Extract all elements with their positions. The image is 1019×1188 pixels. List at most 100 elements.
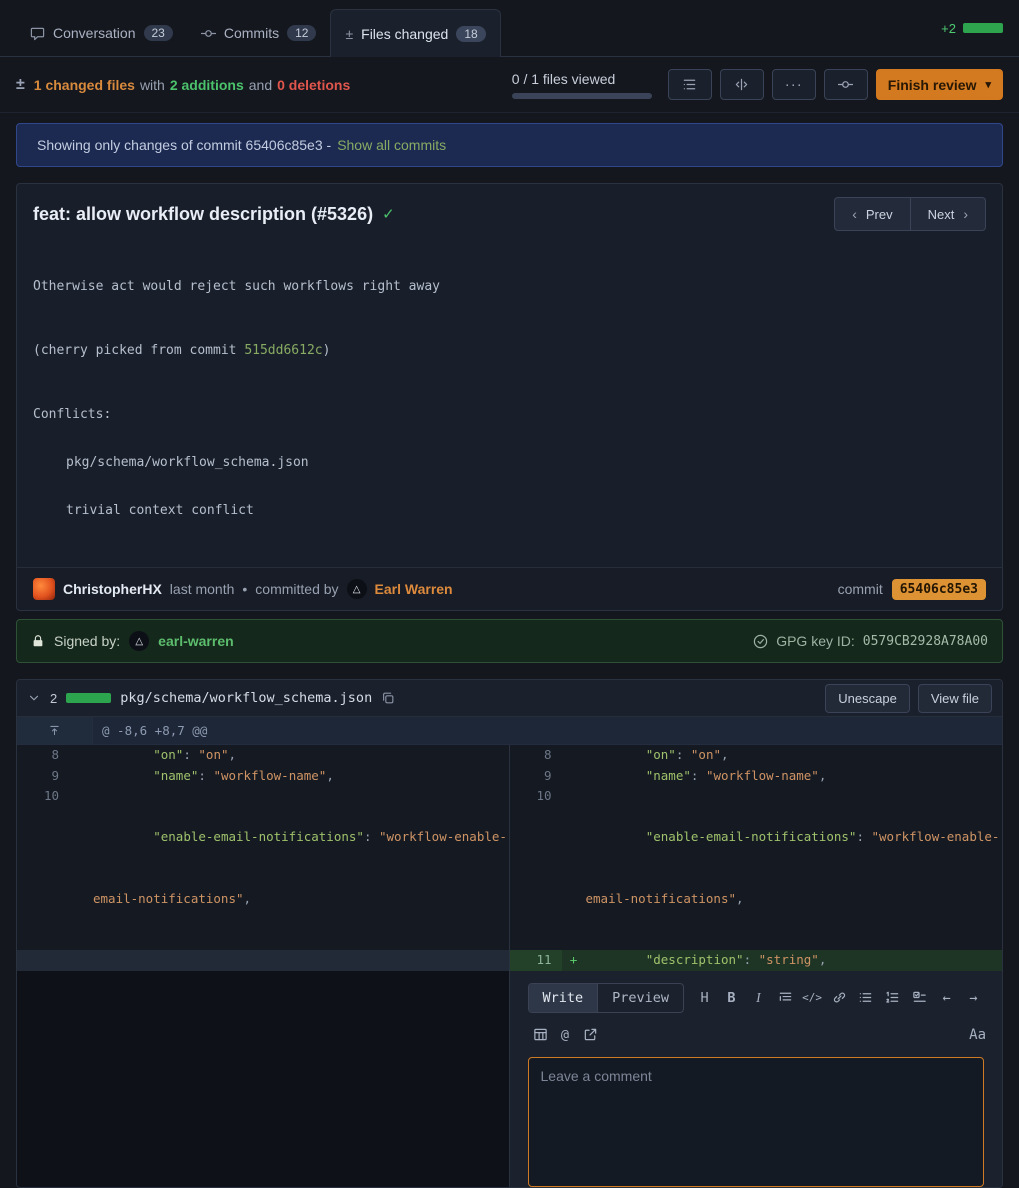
more-options-button[interactable]: ··· xyxy=(772,69,816,100)
author-avatar[interactable] xyxy=(33,578,55,600)
mention-icon[interactable]: @ xyxy=(553,1027,578,1043)
file-diffstat-bar xyxy=(66,693,111,703)
code-sep: : xyxy=(691,768,706,783)
split-view-button[interactable] xyxy=(720,69,764,100)
deletions-count: 0 deletions xyxy=(277,77,350,93)
arrow-left-icon[interactable]: ← xyxy=(934,990,959,1006)
file-diff-header: 2 pkg/schema/workflow_schema.json Unesca… xyxy=(17,680,1002,717)
dot-separator: • xyxy=(242,581,247,597)
quote-icon[interactable] xyxy=(773,990,798,1005)
line-sign xyxy=(562,766,586,787)
diffstat-bar xyxy=(963,23,1003,33)
editor-toolbar-row2: @ Aa xyxy=(528,1027,987,1043)
write-tab[interactable]: Write xyxy=(529,984,598,1012)
tab-conversation[interactable]: Conversation 23 xyxy=(16,10,187,56)
code-value: "workflow-name" xyxy=(213,768,326,783)
diff-icon: ± xyxy=(345,26,353,42)
triangle-icon: △ xyxy=(135,636,143,647)
unescape-button[interactable]: Unescape xyxy=(825,684,910,713)
commit-pagination: ‹ Prev Next › xyxy=(834,197,986,231)
shield-check-icon xyxy=(753,634,768,649)
old-line-number[interactable]: 9 xyxy=(17,766,69,787)
code-key: "enable-email-notifications" xyxy=(153,829,364,844)
show-all-commits-link[interactable]: Show all commits xyxy=(337,137,446,153)
preview-tab[interactable]: Preview xyxy=(597,984,683,1012)
finish-review-button[interactable]: Finish review ▾ xyxy=(876,69,1003,100)
code-value: "on" xyxy=(691,747,721,762)
code-end: , xyxy=(819,952,827,967)
signature-banner: Signed by: △ earl-warren GPG key ID: 057… xyxy=(16,619,1003,663)
committed-by-label: committed by xyxy=(255,581,338,597)
conversation-count-badge: 23 xyxy=(144,25,173,41)
commit-message-line: Otherwise act would reject such workflow… xyxy=(33,279,986,295)
code-sep: : xyxy=(676,747,691,762)
files-viewed-progress: 0 / 1 files viewed xyxy=(512,71,652,99)
italic-icon[interactable]: I xyxy=(746,990,771,1006)
code-indent xyxy=(586,829,646,844)
table-icon[interactable] xyxy=(528,1027,553,1042)
changed-files-link[interactable]: 1 changed files xyxy=(34,77,135,93)
commit-message-line: trivial context conflict xyxy=(33,503,986,519)
diff-row: 8 "on": "on", xyxy=(17,745,509,766)
old-line-number[interactable]: 8 xyxy=(17,745,69,766)
numbered-list-icon[interactable] xyxy=(880,990,905,1005)
task-list-icon[interactable] xyxy=(907,990,932,1005)
code-icon[interactable]: </> xyxy=(800,991,825,1004)
hunk-header-row: @ -8,6 +8,7 @@ xyxy=(17,717,1002,745)
diffstat-additions: +2 xyxy=(941,21,956,36)
commit-message-line: Conflicts: xyxy=(33,407,986,423)
markdown-toolbar: H B I </> xyxy=(692,990,986,1006)
code-end: , xyxy=(244,891,252,906)
next-commit-button[interactable]: Next › xyxy=(911,197,986,231)
diff-empty-area xyxy=(17,971,509,1187)
pr-diffstat: +2 xyxy=(941,21,1003,36)
commit-sha-badge[interactable]: 65406c85e3 xyxy=(892,579,986,600)
tab-commits[interactable]: Commits 12 xyxy=(187,10,331,56)
chevron-down-icon[interactable] xyxy=(27,691,41,705)
commit-message-line: pkg/schema/workflow_schema.json xyxy=(33,455,986,471)
code-sep: : xyxy=(856,829,871,844)
bullet-list-icon[interactable] xyxy=(853,990,878,1005)
new-line-number[interactable]: 8 xyxy=(510,745,562,766)
signer-avatar[interactable]: △ xyxy=(129,631,149,651)
file-name: pkg/schema/workflow_schema.json xyxy=(120,690,372,706)
files-viewed-label: 0 / 1 files viewed xyxy=(512,71,616,87)
commit-select-button[interactable] xyxy=(824,69,868,100)
committer-avatar[interactable]: △ xyxy=(347,579,367,599)
heading-icon[interactable]: H xyxy=(692,990,717,1006)
reference-icon[interactable] xyxy=(578,1027,603,1042)
code-line: "name": "workflow-name", xyxy=(93,766,509,787)
author-name-link[interactable]: ChristopherHX xyxy=(63,581,162,597)
diff-row: 8 "on": "on", xyxy=(510,745,1003,766)
prev-commit-button[interactable]: ‹ Prev xyxy=(834,197,910,231)
code-key: "description" xyxy=(646,952,744,967)
committer-name-link[interactable]: Earl Warren xyxy=(375,581,453,597)
arrow-right-icon[interactable]: → xyxy=(961,990,986,1006)
copy-icon[interactable] xyxy=(381,691,395,705)
code-end: , xyxy=(819,768,827,783)
new-line-number[interactable]: 9 xyxy=(510,766,562,787)
review-toolbar-actions: 0 / 1 files viewed ··· Finish review ▾ xyxy=(512,69,1003,100)
cherry-commit-link[interactable]: 515dd6612c xyxy=(244,343,322,358)
view-file-button[interactable]: View file xyxy=(918,684,992,713)
commit-label: commit xyxy=(838,581,883,597)
link-icon[interactable] xyxy=(827,990,852,1005)
code-line: "on": "on", xyxy=(93,745,509,766)
commit-time: last month xyxy=(170,581,235,597)
expand-hunk-button[interactable] xyxy=(17,717,93,744)
chevron-right-icon: › xyxy=(963,206,968,222)
tab-files-changed[interactable]: ± Files changed 18 xyxy=(330,9,500,57)
commit-notice-banner: Showing only changes of commit 65406c85e… xyxy=(16,123,1003,167)
code-line: "name": "workflow-name", xyxy=(586,766,1003,787)
bold-icon[interactable]: B xyxy=(719,990,744,1006)
file-tree-toggle-button[interactable] xyxy=(668,69,712,100)
font-size-toggle[interactable]: Aa xyxy=(969,1027,986,1043)
triangle-icon: △ xyxy=(353,584,361,595)
code-sep: : xyxy=(744,952,759,967)
comment-textarea[interactable] xyxy=(528,1057,985,1187)
code-indent xyxy=(586,768,646,783)
split-view-icon xyxy=(734,77,749,92)
diff-row: 9 "name": "workflow-name", xyxy=(510,766,1003,787)
new-line-number[interactable]: 11 xyxy=(510,950,562,971)
signer-name-link[interactable]: earl-warren xyxy=(158,633,233,649)
